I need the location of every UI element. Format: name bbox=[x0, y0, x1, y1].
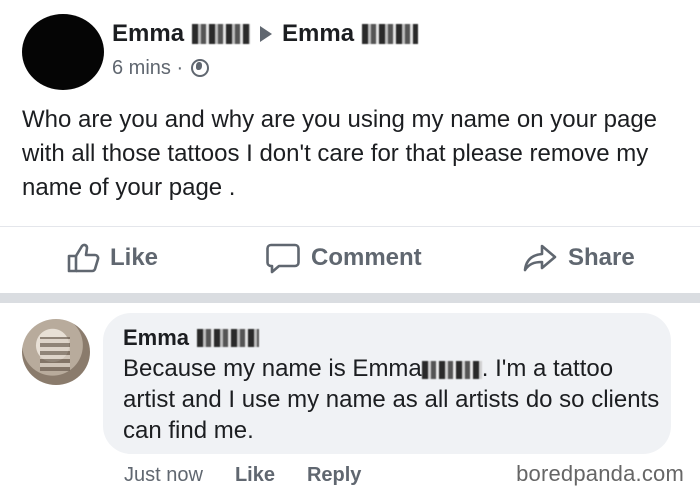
comment-bubble: Emma Because my name is Emma. I'm a tatt… bbox=[103, 313, 671, 454]
share-arrow-icon bbox=[523, 244, 557, 272]
post-text: Who are you and why are you using my nam… bbox=[22, 106, 658, 201]
redacted-surname bbox=[421, 360, 482, 379]
comment-text: Because my name is Emma. I'm a tattoo ar… bbox=[123, 353, 663, 446]
comment-label: Comment bbox=[311, 244, 422, 271]
post-target-name[interactable]: Emma bbox=[282, 20, 354, 48]
speech-bubble-icon bbox=[266, 243, 300, 274]
comment-button[interactable]: Comment bbox=[265, 241, 422, 275]
watermark: boredpanda.com bbox=[516, 461, 684, 486]
globe-icon[interactable] bbox=[191, 59, 210, 77]
redacted-surname bbox=[192, 24, 251, 44]
comment-meta: Just now Like Reply bbox=[124, 461, 393, 489]
commenter-avatar[interactable] bbox=[22, 319, 90, 385]
comment-text-part1: Because my name is Emma bbox=[123, 355, 422, 382]
like-button[interactable]: Like bbox=[66, 241, 158, 275]
comment-timestamp[interactable]: Just now bbox=[124, 464, 203, 487]
comment-author: Emma bbox=[123, 325, 260, 351]
post-meta: 6 mins · bbox=[112, 55, 210, 81]
post-card: Emma Emma 6 mins · Who are you and why a… bbox=[0, 0, 700, 293]
thumbs-up-icon bbox=[67, 243, 100, 273]
comment-reply-link[interactable]: Reply bbox=[307, 464, 361, 487]
post-author-avatar[interactable] bbox=[22, 14, 104, 90]
post-author-name[interactable]: Emma bbox=[112, 20, 184, 48]
share-button[interactable]: Share bbox=[522, 241, 635, 275]
share-label: Share bbox=[568, 244, 635, 271]
post-action-bar: Like Comment Share bbox=[0, 226, 700, 290]
comment-like-link[interactable]: Like bbox=[235, 464, 275, 487]
section-divider bbox=[0, 293, 700, 303]
right-triangle-icon bbox=[260, 26, 273, 42]
comment-author-name[interactable]: Emma bbox=[123, 325, 189, 351]
post-header: Emma Emma bbox=[112, 18, 419, 50]
redacted-surname bbox=[197, 329, 260, 347]
like-label: Like bbox=[110, 244, 159, 271]
post-timestamp[interactable]: 6 mins · bbox=[112, 57, 183, 80]
redacted-surname bbox=[362, 24, 419, 44]
